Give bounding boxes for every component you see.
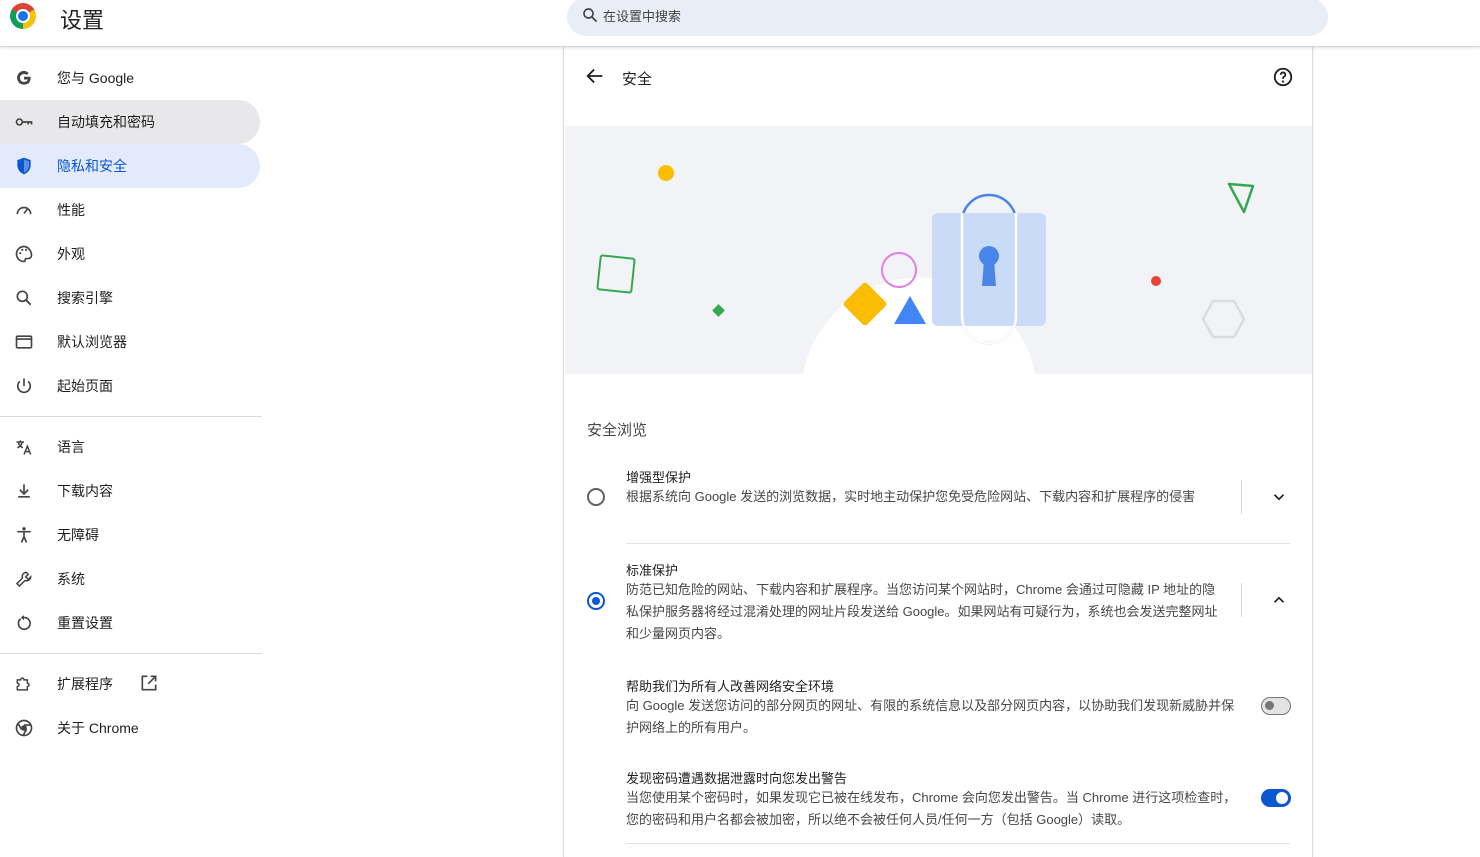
app-title: 设置: [60, 8, 105, 33]
sidebar-item-about-chrome[interactable]: 关于 Chrome: [0, 706, 260, 750]
back-arrow-icon[interactable]: [584, 65, 606, 87]
sidebar-item-appearance[interactable]: 外观: [0, 232, 260, 276]
reset-icon: [17, 615, 31, 631]
sidebar-item-label: 默认浏览器: [57, 334, 127, 350]
help-improve-toggle[interactable]: [1261, 697, 1291, 715]
chevron-up-icon[interactable]: [1270, 591, 1288, 609]
sidebar-item-system[interactable]: 系统: [0, 557, 260, 601]
chrome-icon: [15, 719, 33, 737]
section-title: 安全浏览: [587, 422, 648, 439]
power-icon: [16, 378, 32, 394]
option-description: 向 Google 发送您访问的部分网页的网址、有限的系统信息以及部分网页内容，以…: [626, 698, 1235, 735]
password-leak-toggle[interactable]: [1261, 789, 1291, 807]
sidebar-item-label: 您与 Google: [57, 70, 135, 86]
option-description: 根据系统向 Google 发送的浏览数据，实时地主动保护您免受危险网站、下载内容…: [626, 489, 1196, 504]
speedometer-icon: [16, 206, 32, 215]
sidebar-item-performance[interactable]: 性能: [0, 188, 260, 232]
search-input[interactable]: [603, 6, 1203, 26]
page-title: 安全: [622, 71, 653, 88]
divider: [1241, 583, 1242, 617]
sidebar: 您与 Google 自动填充和密码 隐私和安全 性能 外观 搜索引擎 默认浏览器…: [0, 56, 262, 750]
option-title: 增强型保护: [626, 470, 692, 485]
sidebar-item-privacy-security[interactable]: 隐私和安全: [0, 144, 260, 188]
enhanced-protection-radio[interactable]: [587, 488, 605, 506]
sidebar-item-search-engine[interactable]: 搜索引擎: [0, 276, 260, 320]
security-illustration: [565, 126, 1312, 374]
key-icon: [15, 118, 33, 126]
download-icon: [18, 484, 30, 498]
sidebar-item-label: 下载内容: [57, 483, 113, 499]
sidebar-item-label: 性能: [57, 202, 85, 218]
option-title: 标准保护: [626, 563, 679, 578]
sidebar-item-autofill[interactable]: 自动填充和密码: [0, 100, 260, 144]
search-icon: [16, 290, 32, 306]
sidebar-item-extensions[interactable]: 扩展程序: [0, 662, 260, 706]
security-card: 安全 安全浏览 增强型保护 根据系统向 Google 发送的浏览数据，实时地主动…: [563, 47, 1313, 857]
lock-illustration: [596, 165, 1255, 374]
chrome-logo-icon: [10, 3, 36, 29]
sidebar-item-label: 隐私和安全: [57, 158, 127, 174]
search-icon: [583, 8, 597, 22]
translate-icon: [16, 440, 32, 455]
sidebar-item-label: 重置设置: [57, 615, 113, 631]
sidebar-item-label: 语言: [57, 439, 85, 455]
sidebar-item-label: 扩展程序: [57, 676, 113, 692]
sidebar-divider: [0, 653, 262, 654]
search-box[interactable]: [567, 0, 1328, 36]
browser-window-icon: [15, 335, 33, 349]
sidebar-item-reset[interactable]: 重置设置: [0, 601, 260, 645]
sidebar-item-downloads[interactable]: 下载内容: [0, 469, 260, 513]
option-divider: [626, 843, 1290, 844]
help-icon[interactable]: [1272, 66, 1294, 88]
sidebar-item-label: 系统: [57, 571, 85, 587]
option-description: 防范已知危险的网站、下载内容和扩展程序。当您访问某个网站时，Chrome 会通过…: [626, 582, 1218, 641]
sidebar-divider: [0, 416, 262, 417]
sidebar-item-label: 起始页面: [57, 378, 113, 394]
external-link-icon[interactable]: [139, 673, 159, 693]
sidebar-item-languages[interactable]: 语言: [0, 425, 260, 469]
sidebar-item-you-and-google[interactable]: 您与 Google: [0, 56, 260, 100]
shield-icon: [17, 157, 31, 175]
option-title: 帮助我们为所有人改善网络安全环境: [626, 679, 835, 694]
divider: [1241, 480, 1242, 514]
top-bar: 设置: [0, 0, 1480, 47]
sidebar-item-on-startup[interactable]: 起始页面: [0, 364, 260, 408]
sidebar-item-label: 自动填充和密码: [57, 114, 155, 130]
palette-icon: [15, 245, 33, 263]
sidebar-item-label: 外观: [57, 246, 85, 262]
google-g-icon: [17, 70, 31, 85]
sidebar-item-label: 搜索引擎: [57, 290, 113, 306]
accessibility-icon: [17, 527, 31, 543]
option-title: 发现密码遭遇数据泄露时向您发出警告: [626, 771, 848, 786]
puzzle-icon: [16, 677, 30, 691]
sidebar-item-accessibility[interactable]: 无障碍: [0, 513, 260, 557]
wrench-icon: [15, 571, 32, 588]
sidebar-item-label: 无障碍: [57, 527, 99, 543]
option-divider: [626, 543, 1290, 544]
option-description: 当您使用某个密码时，如果发现它已被在线发布，Chrome 会向您发出警告。当 C…: [626, 790, 1237, 827]
sidebar-item-default-browser[interactable]: 默认浏览器: [0, 320, 260, 364]
chevron-down-icon[interactable]: [1270, 488, 1288, 506]
sidebar-item-label: 关于 Chrome: [57, 720, 139, 736]
standard-protection-radio[interactable]: [587, 592, 605, 610]
